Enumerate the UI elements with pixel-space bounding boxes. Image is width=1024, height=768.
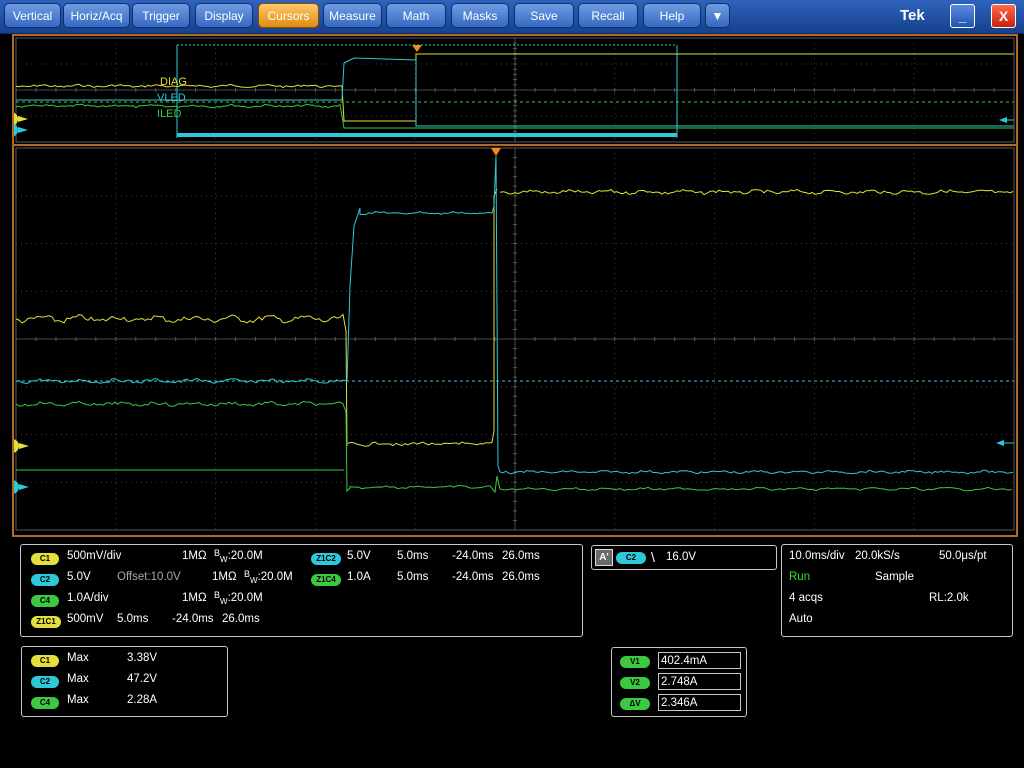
z1c1-start: -24.0ms (172, 613, 214, 625)
cursor-delta-badge[interactable]: ΔV (620, 698, 650, 710)
waveform-display[interactable]: DIAG VLED ILED 1 2 1 2 (12, 34, 1018, 537)
z1c4-start: -24.0ms (452, 571, 494, 583)
c4-bandwidth: BW:20.0M (214, 590, 263, 606)
cursor-v1-value: 402.4mA (658, 652, 741, 669)
main-ch1-marker[interactable]: 1 (14, 439, 29, 453)
c4-badge[interactable]: C4 (31, 595, 59, 607)
c1-impedance: 1MΩ (182, 550, 207, 562)
z1c2-time: 5.0ms (397, 550, 429, 562)
menu-trigger-button[interactable]: Trigger (132, 3, 190, 28)
overview-labels: DIAG VLED ILED (157, 76, 187, 120)
menu-vertical-button[interactable]: Vertical (4, 3, 61, 28)
menu-help-button[interactable]: Help (643, 3, 701, 28)
c4-scale: 1.0A/div (67, 592, 109, 604)
cursor-readout-panel[interactable]: V1 402.4mA V2 2.748A ΔV 2.346A (611, 647, 747, 717)
record-length: RL:2.0k (929, 592, 969, 604)
z1c4-scale: 1.0A (347, 571, 371, 583)
cursor-v1-badge[interactable]: V1 (620, 656, 650, 668)
tek-logo: Tek (900, 7, 925, 24)
minimize-button[interactable]: _ (950, 4, 975, 28)
menu-recall-button[interactable]: Recall (578, 3, 638, 28)
meas1-type: Max (67, 652, 89, 664)
sample-rate: 20.0kS/s (855, 550, 900, 562)
meas1-badge[interactable]: C1 (31, 655, 59, 667)
z1c2-badge[interactable]: Z1C2 (311, 553, 341, 565)
meas1-value: 3.38V (127, 652, 158, 664)
zoom-trigger-level-arrow[interactable] (996, 440, 1004, 446)
c2-impedance: 1MΩ (212, 571, 237, 583)
waveform-canvas[interactable]: DIAG VLED ILED 1 2 1 2 (14, 36, 1016, 535)
close-button[interactable]: X (991, 4, 1016, 28)
zoom-graticule (15, 147, 1015, 531)
meas2-type: Max (67, 673, 89, 685)
menu-save-button[interactable]: Save (514, 3, 574, 28)
meas2-badge[interactable]: C2 (31, 676, 59, 688)
z1c4-badge[interactable]: Z1C4 (311, 574, 341, 586)
c1-scale: 500mV/div (67, 550, 122, 562)
c4-impedance: 1MΩ (182, 592, 207, 604)
label-iled: ILED (157, 108, 182, 120)
meas2-value: 47.2V (127, 673, 158, 685)
z1c2-end: 26.0ms (502, 550, 540, 562)
acq-count: 4 acqs (789, 592, 823, 604)
falling-edge-icon: \ (651, 549, 655, 565)
label-diag: DIAG (160, 76, 187, 88)
c2-badge[interactable]: C2 (31, 574, 59, 586)
channel-settings-panel[interactable]: C1 500mV/div 1MΩ BW:20.0M Z1C2 5.0V 5.0m… (20, 544, 583, 637)
trigger-mode: A' (595, 549, 613, 566)
z1c2-start: -24.0ms (452, 550, 494, 562)
z1c4-time: 5.0ms (397, 571, 429, 583)
c2-bandwidth: BW:20.0M (244, 569, 293, 585)
menu-measure-button[interactable]: Measure (323, 3, 382, 28)
overview-trigger-level-arrow[interactable] (999, 117, 1007, 123)
overview-trigger-position-marker[interactable] (412, 45, 422, 52)
menu-horiz-acq-button[interactable]: Horiz/Acq (63, 3, 130, 28)
zoom-trigger-position-marker[interactable] (491, 148, 501, 156)
menu-math-button[interactable]: Math (386, 3, 446, 28)
cursor-v2-value: 2.748A (658, 673, 741, 690)
label-vled: VLED (157, 92, 186, 104)
z1c4-end: 26.0ms (502, 571, 540, 583)
acq-mode: Sample (875, 571, 914, 583)
trigger-mode-auto: Auto (789, 613, 813, 625)
trigger-source-badge[interactable]: C2 (616, 552, 646, 564)
timebase: 10.0ms/div (789, 550, 845, 562)
z1c1-end: 26.0ms (222, 613, 260, 625)
trigger-readout-panel[interactable]: A' C2 \ 16.0V (591, 545, 777, 570)
trigger-level: 16.0V (666, 551, 697, 563)
run-state: Run (789, 571, 811, 583)
time-per-point: 50.0μs/pt (939, 550, 987, 562)
menu-display-button[interactable]: Display (195, 3, 253, 28)
z1c2-scale: 5.0V (347, 550, 371, 562)
c2-offset: Offset:10.0V (117, 571, 181, 583)
c1-bandwidth: BW:20.0M (214, 548, 263, 564)
menu-dropdown-button[interactable]: ▼ (705, 3, 730, 28)
menu-cursors-button[interactable]: Cursors (258, 3, 319, 28)
z1c1-time: 5.0ms (117, 613, 149, 625)
meas3-badge[interactable]: C4 (31, 697, 59, 709)
cursor-delta-value: 2.346A (658, 694, 741, 711)
meas3-value: 2.28A (127, 694, 158, 706)
c2-scale: 5.0V (67, 571, 91, 583)
z1c1-badge[interactable]: Z1C1 (31, 616, 61, 628)
cursor-v2-badge[interactable]: V2 (620, 677, 650, 689)
c1-badge[interactable]: C1 (31, 553, 59, 565)
z1c1-scale: 500mV (67, 613, 104, 625)
measurements-panel[interactable]: C1 Max 3.38V C2 Max 47.2V C4 Max 2.28A (21, 646, 228, 717)
menu-masks-button[interactable]: Masks (451, 3, 509, 28)
meas3-type: Max (67, 694, 89, 706)
menu-bar: Vertical Horiz/Acq Trigger Display Curso… (0, 0, 1024, 34)
acquisition-panel[interactable]: 10.0ms/div 20.0kS/s 50.0μs/pt Run Sample… (781, 544, 1013, 637)
